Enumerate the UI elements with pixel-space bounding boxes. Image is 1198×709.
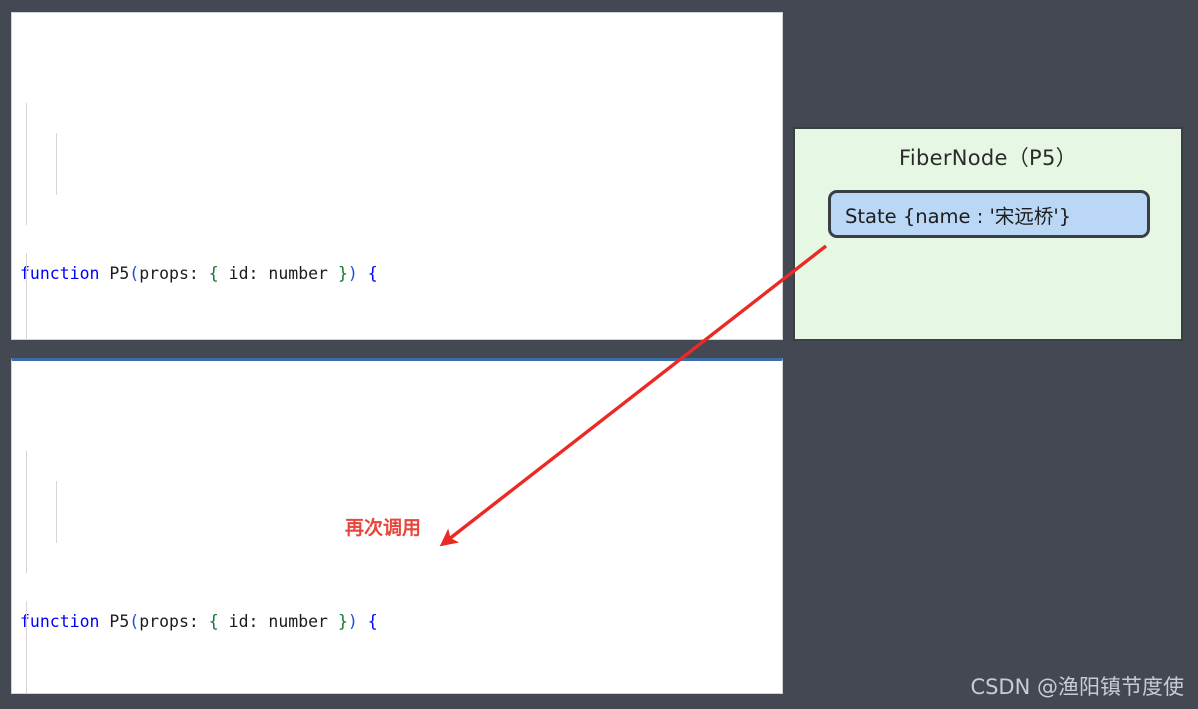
indent-guide bbox=[26, 451, 27, 573]
code-content: function P5(props: { id: number }) { asy… bbox=[12, 73, 782, 339]
annotation-again-call: 再次调用 bbox=[345, 517, 422, 539]
code-content: function P5(props: { id: number }) { asy… bbox=[12, 421, 782, 693]
state-box-label: State {name : '宋远桥'} bbox=[845, 204, 1072, 228]
fiber-node-title: FiberNode（P5） bbox=[898, 146, 1077, 170]
indent-guide bbox=[26, 103, 27, 225]
indent-guide bbox=[56, 481, 57, 543]
indent-guide bbox=[56, 133, 57, 195]
diagram-canvas: function P5(props: { id: number }) { asy… bbox=[0, 0, 1198, 709]
code-line: function P5(props: { id: number }) { bbox=[20, 264, 378, 283]
code-block-top: function P5(props: { id: number }) { asy… bbox=[11, 12, 783, 340]
fiber-node-panel: FiberNode（P5） State {name : '宋远桥'} bbox=[793, 127, 1183, 341]
indent-guide bbox=[26, 253, 27, 339]
indent-guide bbox=[26, 601, 27, 693]
state-box: State {name : '宋远桥'} bbox=[828, 190, 1150, 238]
code-line: function P5(props: { id: number }) { bbox=[20, 612, 378, 631]
watermark: CSDN @渔阳镇节度使 bbox=[970, 675, 1184, 699]
